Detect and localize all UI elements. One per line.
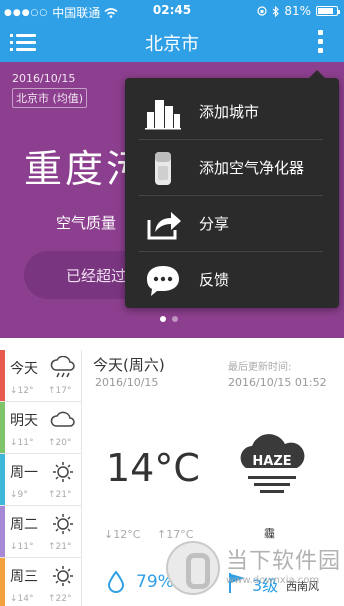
menu-item-label: 添加城市: [199, 103, 260, 121]
more-vertical-icon[interactable]: [316, 28, 326, 56]
day-color-bar: [0, 558, 5, 606]
watermark-url: www.downxia.com: [226, 575, 320, 586]
status-bar: ●●●○○ 中国联通 02:45 81%: [0, 0, 344, 22]
day-name: 今天: [10, 361, 38, 377]
day-name: 明天: [10, 413, 38, 429]
day-high: ↑20°: [48, 438, 72, 448]
hero-date: 2016/10/15: [12, 72, 76, 85]
sun-icon: [53, 514, 73, 534]
sun-icon: [53, 462, 73, 482]
today-label: 今天(周六): [93, 356, 165, 374]
last-updated-label: 最后更新时间:: [228, 362, 292, 373]
rain-cloud-icon: [50, 356, 75, 378]
location-badge[interactable]: 北京市 (均值): [12, 88, 88, 108]
day-low: ↓14°: [10, 594, 34, 604]
menu-item-label: 反馈: [199, 271, 230, 289]
current-temperature: 14°C: [106, 446, 200, 490]
battery-percent: 81%: [284, 4, 311, 18]
overflow-menu: 添加城市 添加空气净化器 分享 反馈: [125, 70, 339, 308]
day-color-bar: [0, 506, 5, 557]
menu-arrow: [309, 70, 325, 78]
day-name: 周一: [10, 465, 38, 481]
menu-item-label: 分享: [199, 215, 230, 233]
page-title: 北京市: [145, 34, 199, 55]
forecast-day[interactable]: 周二 ↓11° ↑21°: [0, 506, 81, 558]
haze-icon-text: HAZE: [252, 454, 291, 469]
forecast-list: 今天 ↓12° ↑17° 明天 ↓11° ↑20° 周一 ↓9° ↑21° 周二: [0, 350, 82, 606]
day-color-bar: [0, 350, 5, 401]
page-indicator: [160, 316, 178, 322]
bluetooth-icon: [272, 5, 280, 17]
forecast-day[interactable]: 周三 ↓14° ↑22°: [0, 558, 81, 606]
watermark: 当下软件园 www.downxia.com: [160, 535, 344, 606]
battery-fill: [318, 8, 333, 14]
forecast-day[interactable]: 今天 ↓12° ↑17°: [0, 350, 81, 402]
air-quality-label: 空气质量: [56, 214, 117, 232]
nav-bar: 北京市: [0, 22, 344, 62]
aqi-detail-text: 已经超过: [66, 267, 127, 285]
day-color-bar: [0, 402, 5, 453]
forecast-day[interactable]: 明天 ↓11° ↑20°: [0, 402, 81, 454]
battery-icon: [316, 6, 340, 16]
feedback-chat-icon: [147, 266, 179, 296]
haze-icon: HAZE: [240, 434, 305, 493]
menu-item-share[interactable]: 分享: [125, 196, 339, 252]
page-dot: [172, 316, 178, 322]
forecast-day[interactable]: 周一 ↓9° ↑21°: [0, 454, 81, 506]
humidity-drop-icon: [108, 571, 124, 593]
day-low: ↓12°: [10, 386, 34, 396]
watermark-name: 当下软件园: [226, 549, 342, 574]
last-updated-time: 2016/10/15 01:52: [228, 376, 327, 389]
day-color-bar: [0, 454, 5, 505]
menu-item-add-city[interactable]: 添加城市: [125, 84, 339, 140]
day-low: ↓11°: [10, 438, 34, 448]
watermark-logo-icon: [166, 541, 220, 595]
day-high: ↑21°: [48, 542, 72, 552]
day-high: ↑21°: [48, 490, 72, 500]
menu-item-feedback[interactable]: 反馈: [125, 252, 339, 308]
day-high: ↑22°: [48, 594, 72, 604]
menu-item-add-purifier[interactable]: 添加空气净化器: [125, 140, 339, 196]
day-low: ↓9°: [10, 490, 28, 500]
share-icon: [147, 212, 181, 240]
menu-item-label: 添加空气净化器: [199, 159, 305, 177]
cloud-icon: [50, 411, 75, 427]
sun-icon: [53, 566, 73, 586]
day-name: 周三: [10, 569, 38, 585]
air-purifier-icon: [155, 152, 171, 185]
day-name: 周二: [10, 517, 38, 533]
page-dot: [160, 316, 166, 322]
rotation-lock-icon: [257, 6, 267, 16]
city-buildings-icon: [145, 100, 181, 130]
day-high: ↑17°: [48, 386, 72, 396]
today-low: ↓12°C: [104, 528, 141, 541]
day-low: ↓11°: [10, 542, 34, 552]
today-date: 2016/10/15: [95, 376, 159, 389]
